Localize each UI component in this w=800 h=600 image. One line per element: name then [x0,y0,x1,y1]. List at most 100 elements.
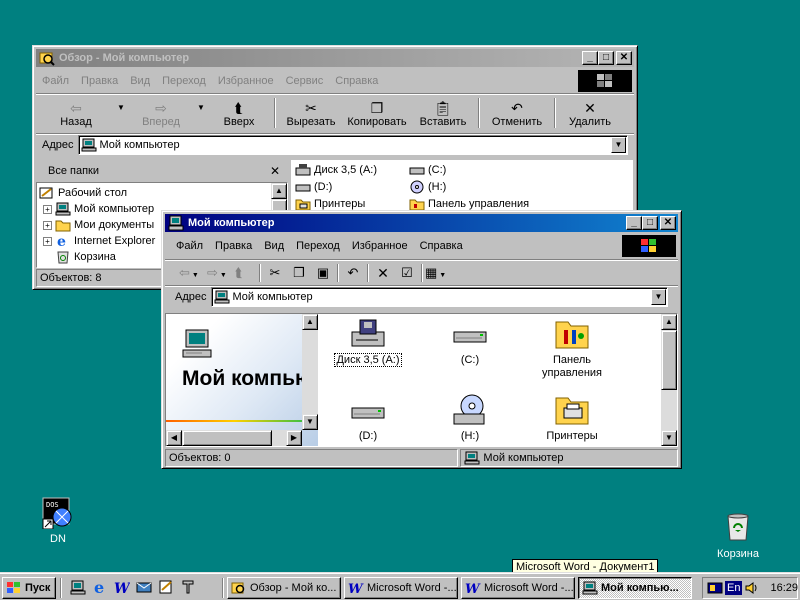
maximize-button[interactable]: □ [598,51,614,65]
scroll-up-button[interactable]: ▲ [661,314,677,330]
contents-vscrollbar[interactable]: ▲ ▼ [661,314,677,446]
menu-go[interactable]: Переход [290,240,346,252]
explorer-window-icon [39,50,55,66]
my-computer-statusbar: Объектов: 0 Мой компьютер [165,449,678,467]
webview-hscrollbar[interactable]: ◀ ▶ [166,430,302,446]
webview-vscrollbar[interactable]: ▲ ▼ [302,314,318,430]
clock[interactable]: 16:29 [770,582,798,594]
address-dropdown-button[interactable]: ▼ [611,137,626,153]
speaker-icon[interactable] [744,580,760,596]
menu-view[interactable]: Вид [124,75,156,87]
scroll-thumb[interactable] [661,330,677,390]
scroll-down-button[interactable]: ▼ [661,430,677,446]
scroll-up-button[interactable]: ▲ [302,314,318,330]
delete-button[interactable]: ✕ [371,265,395,282]
item-drive-c[interactable]: (C:) [409,162,446,178]
desktop-icon-dn[interactable]: DOS DN [20,497,96,545]
taskbar-button-word-2[interactable]: W Microsoft Word -... [461,577,575,599]
menu-edit[interactable]: Правка [75,75,124,87]
copy-button[interactable]: ❐ Копировать [344,96,410,132]
show-desktop-icon[interactable] [70,579,86,595]
menu-tools[interactable]: Сервис [280,75,330,87]
cut-button[interactable]: ✂ Вырезать [278,96,344,132]
item-drive-h[interactable]: (H:) [409,179,446,195]
recycle-bin-icon [722,510,754,542]
menu-file[interactable]: Файл [170,240,209,252]
word-icon[interactable]: W [114,579,131,597]
menu-help[interactable]: Справка [329,75,384,87]
views-button[interactable]: ▦ ▼ [425,265,459,281]
icon-drive-c[interactable]: (C:) [430,318,510,367]
address-field[interactable]: Мой компьютер ▼ [77,135,628,155]
close-button[interactable]: ✕ [616,51,632,65]
up-folder-button[interactable]: ⮬ [235,265,257,281]
icon-drive-d[interactable]: (D:) [328,394,408,443]
menu-help[interactable]: Справка [414,240,469,252]
my-computer-toolbar: ⇦ ▼ ⇨ ▼ ⮬ ✂ ❐ ▣ ↶ ✕ ☑ ▦ ▼ [165,262,678,284]
forward-button[interactable]: ⇨ ▼ [207,265,235,281]
scroll-thumb[interactable] [182,430,272,446]
back-dropdown[interactable]: ▼ [116,96,126,132]
maximize-button[interactable]: □ [642,216,658,230]
icon-floppy-a[interactable]: Диск 3,5 (A:) [328,318,408,367]
tree-item-desktop[interactable]: Рабочий стол [39,185,287,201]
taskbar-button-word-1[interactable]: W Microsoft Word -... [344,577,458,599]
language-indicator[interactable]: En [725,581,743,595]
address-field[interactable]: Мой компьютер ▼ [210,287,668,307]
up-button[interactable]: ⮬ Вверх [206,96,272,132]
expand-icon[interactable]: + [43,236,52,246]
paste-button[interactable]: ▣ [311,265,335,281]
notepad-icon[interactable] [158,579,174,595]
scroll-up-button[interactable]: ▲ [271,183,287,199]
explorer-address-bar: Адрес Мой компьютер ▼ [36,134,634,156]
close-button[interactable]: ✕ [660,216,676,230]
tray-app-icon[interactable] [707,580,723,596]
explorer-toolbar: ⇦ Назад ▼ ⇨ Вперед ▼ ⮬ Вверх ✂ Вырезать … [36,96,634,132]
separator [165,259,678,261]
address-dropdown-button[interactable]: ▼ [651,289,666,305]
start-button[interactable]: Пуск [2,577,56,599]
forward-dropdown[interactable]: ▼ [196,96,206,132]
back-button[interactable]: ⇦ Назад [36,96,116,132]
paste-button[interactable]: 📋︎ Вставить [410,96,476,132]
scroll-down-button[interactable]: ▼ [302,414,318,430]
minimize-button[interactable]: _ [582,51,598,65]
menu-favorites[interactable]: Избранное [212,75,280,87]
my-computer-titlebar[interactable]: Мой компьютер _ □ ✕ [165,214,678,232]
undo-button[interactable]: ↶ Отменить [482,96,552,132]
item-floppy[interactable]: Диск 3,5 (A:) [295,162,377,178]
item-drive-d[interactable]: (D:) [295,179,332,195]
expand-icon[interactable]: + [43,204,52,214]
desktop-icon-recycle-bin[interactable]: Корзина [700,510,776,560]
outlook-express-icon[interactable] [136,579,152,595]
menu-go[interactable]: Переход [156,75,212,87]
icon-drive-h[interactable]: (H:) [430,394,510,443]
cut-button[interactable]: ✂ [263,265,287,281]
back-button[interactable]: ⇦ ▼ [179,265,207,281]
properties-button[interactable]: ☑ [395,265,419,281]
expand-icon[interactable]: + [43,220,52,230]
explorer-menubar: Файл Правка Вид Переход Избранное Сервис… [36,70,634,92]
copy-button[interactable]: ❐ [287,265,311,281]
menu-edit[interactable]: Правка [209,240,258,252]
scroll-left-button[interactable]: ◀ [166,430,182,446]
internet-explorer-icon[interactable]: e [92,578,108,597]
explorer-titlebar[interactable]: Обзор - Мой компьютер _ □ ✕ [36,49,634,67]
icon-control-panel[interactable]: Панель управления [532,318,612,380]
taskbar-button-explorer[interactable]: Обзор - Мой ко... [227,577,341,599]
tools-icon[interactable] [180,579,196,595]
back-arrow-icon: ⇦ [179,265,190,280]
forward-button[interactable]: ⇨ Вперед [126,96,196,132]
taskbar-button-my-computer[interactable]: Мой компью... [578,577,692,599]
undo-button[interactable]: ↶ [341,265,365,281]
icon-printers[interactable]: Принтеры [532,394,612,443]
delete-button[interactable]: ✕ Удалить [558,96,622,132]
close-pane-icon[interactable]: ✕ [270,164,280,178]
my-computer-window[interactable]: Мой компьютер _ □ ✕ Файл Правка Вид Пере… [161,210,682,469]
minimize-button[interactable]: _ [626,216,642,230]
explorer-title: Обзор - Мой компьютер [59,52,190,64]
menu-file[interactable]: Файл [36,75,75,87]
scroll-right-button[interactable]: ▶ [286,430,302,446]
menu-favorites[interactable]: Избранное [346,240,414,252]
menu-view[interactable]: Вид [258,240,290,252]
